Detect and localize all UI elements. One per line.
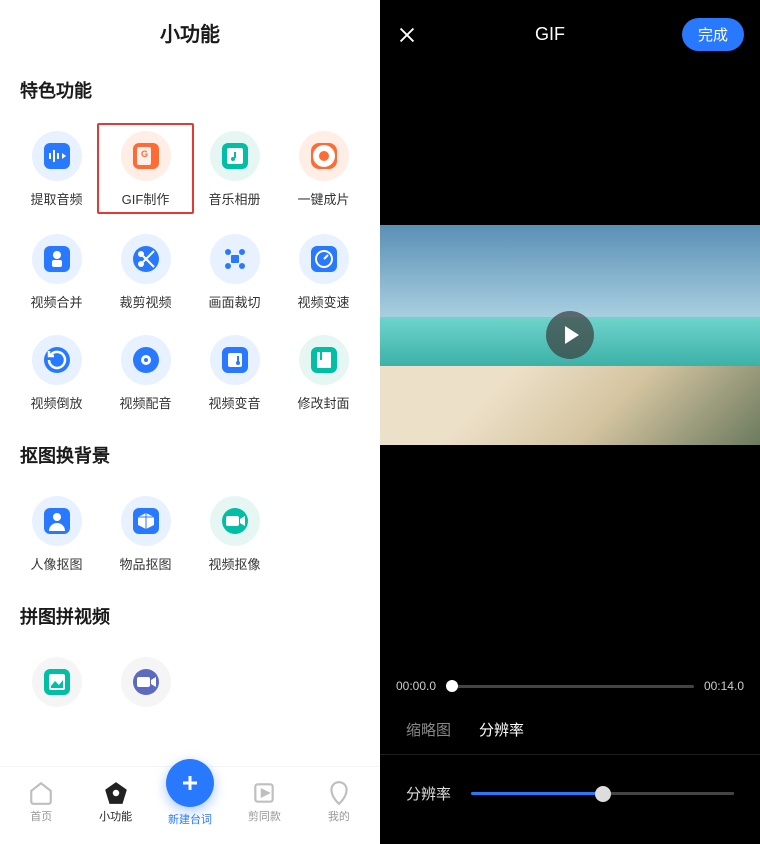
dub-icon (121, 335, 171, 385)
speed-icon (299, 234, 349, 284)
clip-nav-icon (251, 780, 277, 806)
cutout-grid: 人像抠图 物品抠图 视频抠像 (0, 478, 380, 585)
feature-video-cutout[interactable]: 视频抠像 (190, 496, 279, 573)
feature-label: 一键成片 (297, 189, 349, 208)
feature-gif-maker[interactable]: G GIF制作 (97, 123, 194, 214)
spacer (380, 445, 760, 667)
resolution-row: 分辨率 (380, 755, 760, 844)
image-icon (32, 657, 82, 707)
nav-label: 首页 (30, 808, 52, 824)
feature-label: 提取音频 (30, 189, 82, 208)
tools-screen: 小功能 特色功能 提取音频 G GIF制作 音乐相册 一键成片 (0, 0, 380, 844)
feature-collage-1[interactable] (12, 657, 101, 707)
done-button[interactable]: 完成 (682, 18, 744, 51)
feature-label: 视频配音 (119, 393, 171, 412)
close-button[interactable] (396, 24, 418, 46)
close-icon (396, 24, 418, 46)
feature-label: 人像抠图 (30, 554, 82, 573)
audio-extract-icon (32, 131, 82, 181)
reverse-icon (32, 335, 82, 385)
slider-thumb[interactable] (595, 786, 611, 802)
resolution-slider[interactable] (471, 792, 734, 795)
feature-label: 视频合并 (30, 292, 82, 311)
tools-nav-icon (103, 780, 129, 806)
feature-object-cutout[interactable]: 物品抠图 (101, 496, 190, 573)
frame-crop-icon (210, 234, 260, 284)
feature-person-cutout[interactable]: 人像抠图 (12, 496, 101, 573)
feature-label: 视频变速 (297, 292, 349, 311)
time-start: 00:00.0 (396, 679, 436, 693)
timeline-track[interactable] (446, 685, 694, 688)
feature-frame-crop[interactable]: 画面裁切 (190, 234, 279, 311)
feature-label: 视频倒放 (30, 393, 82, 412)
feature-audio-extract[interactable]: 提取音频 (12, 131, 101, 210)
cover-icon (299, 335, 349, 385)
tabs: 缩略图 分辨率 (380, 705, 760, 755)
feature-label: 裁剪视频 (119, 292, 171, 311)
feature-music-album[interactable]: 音乐相册 (190, 131, 279, 210)
play-icon (565, 326, 579, 344)
camera-icon (299, 131, 349, 181)
person-cutout-icon (32, 496, 82, 546)
preview-sky (380, 225, 760, 317)
tab-thumbnail[interactable]: 缩略图 (406, 719, 451, 740)
nav-mine[interactable]: 我的 (302, 780, 376, 824)
nav-label: 我的 (328, 808, 350, 824)
page-title: 小功能 (0, 0, 380, 59)
mine-nav-icon (326, 780, 352, 806)
music-album-icon (210, 131, 260, 181)
bottom-nav: 首页 小功能 新建台词 剪同款 我的 (0, 766, 380, 844)
feature-video-merge[interactable]: 视频合并 (12, 234, 101, 311)
nav-tools[interactable]: 小功能 (78, 780, 152, 824)
section-title-features: 特色功能 (0, 59, 380, 113)
nav-home[interactable]: 首页 (4, 780, 78, 824)
gif-icon: G (121, 131, 171, 181)
feature-label: 画面裁切 (208, 292, 260, 311)
timeline: 00:00.0 00:14.0 (380, 667, 760, 705)
feature-change-cover[interactable]: 修改封面 (279, 335, 368, 412)
gif-editor-screen: GIF 完成 00:00.0 00:14.0 缩略图 分辨率 分辨率 (380, 0, 760, 844)
feature-label: 视频变音 (208, 393, 260, 412)
nav-create[interactable]: 新建台词 (153, 777, 227, 827)
nav-label: 小功能 (99, 808, 132, 824)
video-icon (121, 657, 171, 707)
collage-grid (0, 639, 380, 707)
feature-label: 视频抠像 (208, 554, 260, 573)
time-end: 00:14.0 (704, 679, 744, 693)
feature-label: 修改封面 (297, 393, 349, 412)
home-icon (28, 780, 54, 806)
editor-title: GIF (535, 24, 565, 45)
video-preview[interactable] (380, 225, 760, 445)
resolution-label: 分辨率 (406, 783, 451, 804)
merge-icon (32, 234, 82, 284)
nav-label: 新建台词 (168, 811, 212, 827)
section-title-cutout: 抠图换背景 (0, 424, 380, 478)
object-cutout-icon (121, 496, 171, 546)
svg-text:G: G (141, 149, 148, 159)
tab-resolution[interactable]: 分辨率 (479, 719, 524, 740)
features-grid: 提取音频 G GIF制作 音乐相册 一键成片 视频合并 (0, 113, 380, 424)
feature-video-dub[interactable]: 视频配音 (101, 335, 190, 412)
timeline-thumb[interactable] (446, 680, 458, 692)
voice-icon (210, 335, 260, 385)
nav-label: 剪同款 (248, 808, 281, 824)
plus-icon (166, 759, 214, 807)
feature-crop-video[interactable]: 裁剪视频 (101, 234, 190, 311)
crop-video-icon (121, 234, 171, 284)
feature-one-click[interactable]: 一键成片 (279, 131, 368, 210)
editor-header: GIF 完成 (380, 0, 760, 65)
play-button[interactable] (546, 311, 594, 359)
feature-label: 物品抠图 (119, 554, 171, 573)
preview-beach (380, 366, 760, 445)
feature-video-reverse[interactable]: 视频倒放 (12, 335, 101, 412)
nav-clip[interactable]: 剪同款 (227, 780, 301, 824)
section-title-collage: 拼图拼视频 (0, 585, 380, 639)
feature-label: 音乐相册 (208, 189, 260, 208)
feature-video-speed[interactable]: 视频变速 (279, 234, 368, 311)
feature-collage-2[interactable] (101, 657, 190, 707)
feature-video-voice[interactable]: 视频变音 (190, 335, 279, 412)
feature-label: GIF制作 (122, 189, 170, 208)
video-cutout-icon (210, 496, 260, 546)
